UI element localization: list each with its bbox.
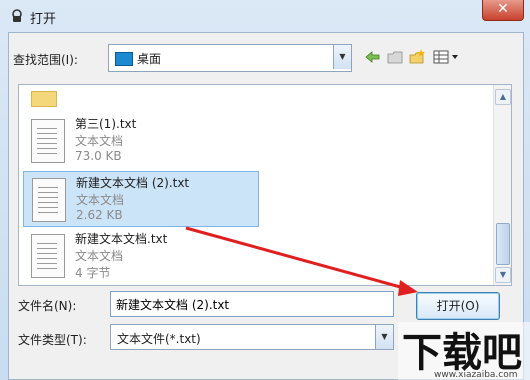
watermark-url: www.xiazaiba.com	[434, 370, 518, 380]
